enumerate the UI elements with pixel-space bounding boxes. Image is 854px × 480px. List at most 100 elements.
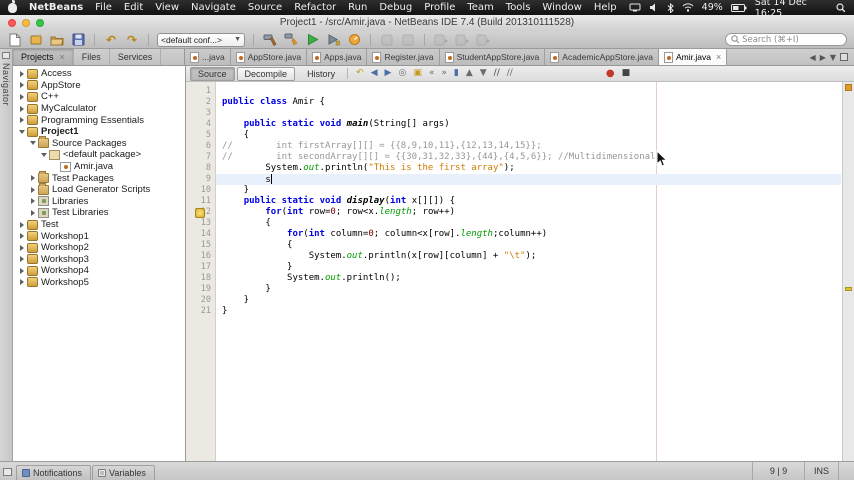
tab-list-button[interactable]: ▼ xyxy=(830,53,836,62)
profile-project-button[interactable] xyxy=(346,32,362,48)
minimized-group-icon[interactable] xyxy=(3,468,12,476)
scroll-tabs-right-button[interactable]: ▶ xyxy=(820,53,826,62)
tree-item-workshop3[interactable]: Workshop3 xyxy=(13,254,185,266)
editor-tab-amir-java[interactable]: Amir.java × xyxy=(659,49,728,65)
editor-tab-appstore-java[interactable]: AppStore.java xyxy=(230,49,308,65)
tree-item-test[interactable]: Test xyxy=(13,219,185,231)
code-line-2[interactable]: 2 public class Amir { xyxy=(186,97,841,108)
tree-expand-arrow-icon[interactable] xyxy=(17,256,26,262)
tree-expand-arrow-icon[interactable] xyxy=(17,106,26,112)
tree-expand-arrow-icon[interactable] xyxy=(17,233,26,239)
code-line-text[interactable]: { xyxy=(216,218,841,229)
panel-tab-services[interactable]: Services xyxy=(110,49,162,65)
toggle-highlight-icon[interactable]: ▣ xyxy=(411,69,424,78)
menu-run[interactable]: Run xyxy=(348,2,367,13)
tree-item-appstore[interactable]: AppStore xyxy=(13,80,185,92)
menu-profile[interactable]: Profile xyxy=(424,2,455,13)
code-line-text[interactable]: } xyxy=(216,185,841,196)
code-line-21[interactable]: 21} xyxy=(186,306,841,317)
tree-expand-arrow-icon[interactable] xyxy=(28,141,37,145)
open-project-button[interactable] xyxy=(49,32,65,48)
spotlight-icon[interactable] xyxy=(836,2,846,13)
menu-refactor[interactable]: Refactor xyxy=(294,2,336,13)
menu-view[interactable]: View xyxy=(155,2,179,13)
next-bookmark-icon[interactable]: » xyxy=(439,69,449,78)
code-line-15[interactable]: 15 { xyxy=(186,240,841,251)
navigator-collapsed-strip[interactable]: Navigator xyxy=(0,49,13,461)
code-line-text[interactable]: } xyxy=(216,295,841,306)
window-titlebar[interactable]: Project1 - /src/Amir.java - NetBeans IDE… xyxy=(0,15,854,31)
build-project-button[interactable] xyxy=(262,32,278,48)
code-line-text[interactable]: } xyxy=(216,306,841,317)
code-line-18[interactable]: 18 System.out.println(); xyxy=(186,273,841,284)
tree-expand-arrow-icon[interactable] xyxy=(28,198,37,204)
stop-macro-icon[interactable]: ■ xyxy=(620,69,633,78)
last-edit-icon[interactable]: ↶ xyxy=(354,69,366,78)
tree-expand-arrow-icon[interactable] xyxy=(17,117,26,123)
tree-item-workshop4[interactable]: Workshop4 xyxy=(13,265,185,277)
code-line-text[interactable]: s xyxy=(216,174,841,185)
tree-item-workshop1[interactable]: Workshop1 xyxy=(13,230,185,242)
menu-window[interactable]: Window xyxy=(542,2,581,13)
warning-stripe-mark[interactable] xyxy=(845,286,852,291)
navigator-strip-label[interactable]: Navigator xyxy=(1,63,11,106)
code-line-text[interactable]: System.out.println(x[row][column] + "\t"… xyxy=(216,251,841,262)
tree-expand-arrow-icon[interactable] xyxy=(28,175,37,181)
tree-item-mycalculator[interactable]: MyCalculator xyxy=(13,103,185,115)
code-line-text[interactable]: // int secondArray[][] = {{30,31,32,33},… xyxy=(216,152,841,163)
wifi-icon[interactable] xyxy=(682,3,694,12)
back-icon[interactable]: ◀ xyxy=(369,69,380,78)
panel-tab-files[interactable]: Files xyxy=(74,49,110,65)
new-project-button[interactable] xyxy=(28,32,44,48)
next-occurrence-icon[interactable]: ▼ xyxy=(478,69,489,78)
close-tab-icon[interactable]: × xyxy=(60,52,65,62)
code-line-3[interactable]: 3 xyxy=(186,108,841,119)
menu-source[interactable]: Source xyxy=(248,2,282,13)
maximize-editor-button[interactable] xyxy=(840,53,848,61)
code-line-14[interactable]: 14 for(int column=0; column<x[row].lengt… xyxy=(186,229,841,240)
tree-item-access[interactable]: Access xyxy=(13,68,185,80)
close-tab-icon[interactable]: × xyxy=(716,52,721,62)
code-line-text[interactable]: } xyxy=(216,262,841,273)
code-line-text[interactable]: System.out.println("This is the first ar… xyxy=(216,163,841,174)
tree-expand-arrow-icon[interactable] xyxy=(17,245,26,251)
code-line-text[interactable]: } xyxy=(216,284,841,295)
code-line-5[interactable]: 5 { xyxy=(186,130,841,141)
tree-expand-arrow-icon[interactable] xyxy=(28,210,37,216)
code-line-text[interactable]: for(int row=0; row<x.length; row++) xyxy=(216,207,841,218)
code-line-text[interactable]: public static void display(int x[][]) { xyxy=(216,196,841,207)
find-selection-icon[interactable]: ◎ xyxy=(396,69,408,78)
editor-tab-register-java[interactable]: Register.java xyxy=(367,49,440,65)
code-line-9[interactable]: 9 s xyxy=(186,174,841,185)
menu-netbeans[interactable]: NetBeans xyxy=(29,2,83,13)
code-line-16[interactable]: 16 System.out.println(x[row][column] + "… xyxy=(186,251,841,262)
uncomment-icon[interactable]: // xyxy=(505,69,515,78)
quick-search-field[interactable] xyxy=(725,33,847,46)
code-line-text[interactable] xyxy=(216,108,841,119)
tree-expand-arrow-icon[interactable] xyxy=(17,279,26,285)
tree-item-test-libraries[interactable]: Test Libraries xyxy=(13,207,185,219)
editor-tab--java[interactable]: ...java xyxy=(185,49,231,65)
start-macro-icon[interactable]: ● xyxy=(604,68,617,79)
tree-expand-arrow-icon[interactable] xyxy=(17,268,26,274)
panel-tab-projects[interactable]: Projects × xyxy=(13,49,74,65)
menu-help[interactable]: Help xyxy=(594,2,617,13)
minimize-window-button[interactable] xyxy=(22,19,30,27)
code-line-19[interactable]: 19 } xyxy=(186,284,841,295)
editor-tab-studentappstore-java[interactable]: StudentAppStore.java xyxy=(439,49,546,65)
attach-debugger-button[interactable] xyxy=(433,32,449,48)
menu-debug[interactable]: Debug xyxy=(379,2,412,13)
clean-build-project-button[interactable] xyxy=(283,32,299,48)
tree-expand-arrow-icon[interactable] xyxy=(17,71,26,77)
toggle-bookmark-icon[interactable]: ▮ xyxy=(452,69,461,78)
code-line-text[interactable]: System.out.println(); xyxy=(216,273,841,284)
tree-item-workshop2[interactable]: Workshop2 xyxy=(13,242,185,254)
code-line-text[interactable]: public class Amir { xyxy=(216,97,841,108)
undo-button[interactable]: ↶ xyxy=(103,32,119,48)
volume-icon[interactable] xyxy=(649,3,659,12)
tree-expand-arrow-icon[interactable] xyxy=(17,222,26,228)
previous-occurrence-icon[interactable]: ▲ xyxy=(464,69,475,78)
menu-tools[interactable]: Tools xyxy=(506,2,531,13)
debug-project-button[interactable] xyxy=(325,32,341,48)
source-view-button[interactable]: Source xyxy=(190,66,235,81)
